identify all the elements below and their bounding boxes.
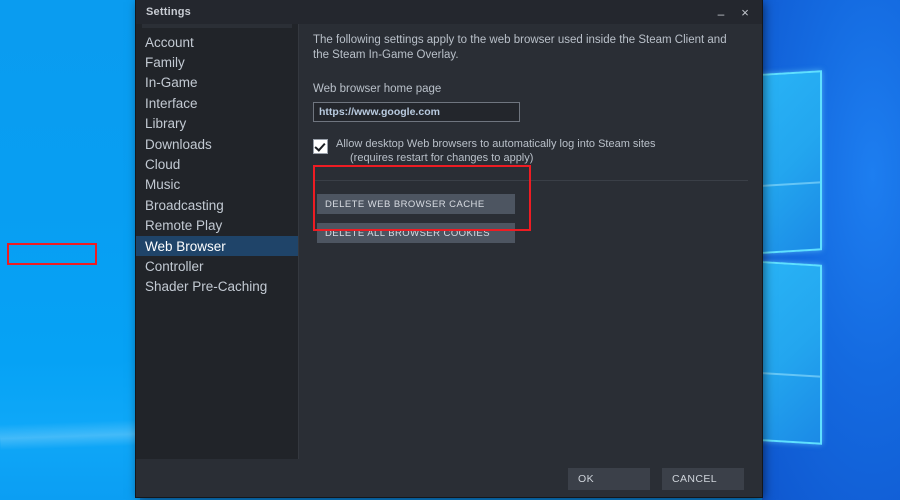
settings-window: Settings – × Account Family In-Game Inte… — [136, 0, 762, 497]
auto-login-checkbox-row[interactable]: Allow desktop Web browsers to automatica… — [313, 138, 740, 165]
sidebar-item-downloads[interactable]: Downloads — [136, 134, 298, 154]
sidebar-item-web-browser[interactable]: Web Browser — [136, 235, 298, 257]
delete-web-browser-cache-button[interactable]: DELETE WEB BROWSER CACHE — [317, 194, 515, 214]
settings-body: Account Family In-Game Interface Library… — [136, 24, 762, 459]
sidebar-filler — [136, 297, 298, 459]
auto-login-label-line2: (requires restart for changes to apply) — [350, 151, 534, 164]
delete-all-browser-cookies-button[interactable]: DELETE ALL BROWSER COOKIES — [317, 223, 515, 243]
desktop-left-gradient — [0, 0, 141, 500]
wallpaper-light-streak — [0, 419, 141, 451]
sidebar-top-rail — [142, 24, 292, 28]
sidebar-item-account[interactable]: Account — [136, 32, 298, 52]
sidebar-item-remote-play[interactable]: Remote Play — [136, 216, 298, 236]
desktop-right-wallpaper — [732, 0, 900, 500]
home-page-input[interactable] — [313, 102, 520, 122]
sidebar-item-shader-pre-caching[interactable]: Shader Pre-Caching — [136, 277, 298, 297]
settings-content-panel: The following settings apply to the web … — [299, 24, 762, 459]
ok-button[interactable]: OK — [568, 467, 650, 490]
auto-login-label-line1: Allow desktop Web browsers to automatica… — [336, 138, 656, 150]
window-title: Settings — [146, 6, 191, 18]
panel-description: The following settings apply to the web … — [313, 34, 727, 61]
window-controls: – × — [710, 0, 756, 24]
close-icon[interactable]: × — [734, 2, 756, 22]
title-bar[interactable]: Settings – × — [136, 0, 762, 24]
sidebar-item-family[interactable]: Family — [136, 52, 298, 72]
sidebar-item-music[interactable]: Music — [136, 175, 298, 195]
dialog-footer: OK CANCEL — [136, 459, 762, 497]
sidebar-item-library[interactable]: Library — [136, 114, 298, 134]
minimize-icon[interactable]: – — [710, 0, 732, 24]
sidebar-item-cloud[interactable]: Cloud — [136, 154, 298, 174]
delete-buttons-group: DELETE WEB BROWSER CACHE DELETE ALL BROW… — [317, 194, 523, 252]
auto-login-label: Allow desktop Web browsers to automatica… — [336, 138, 656, 165]
sidebar-item-broadcasting[interactable]: Broadcasting — [136, 195, 298, 215]
sidebar-item-interface[interactable]: Interface — [136, 93, 298, 113]
sidebar-item-in-game[interactable]: In-Game — [136, 73, 298, 93]
settings-sidebar: Account Family In-Game Interface Library… — [136, 24, 299, 459]
home-page-label: Web browser home page — [313, 83, 442, 95]
sidebar-item-controller[interactable]: Controller — [136, 256, 298, 276]
cancel-button[interactable]: CANCEL — [662, 467, 744, 490]
checkmark-icon[interactable] — [313, 139, 328, 154]
section-divider — [313, 180, 748, 181]
